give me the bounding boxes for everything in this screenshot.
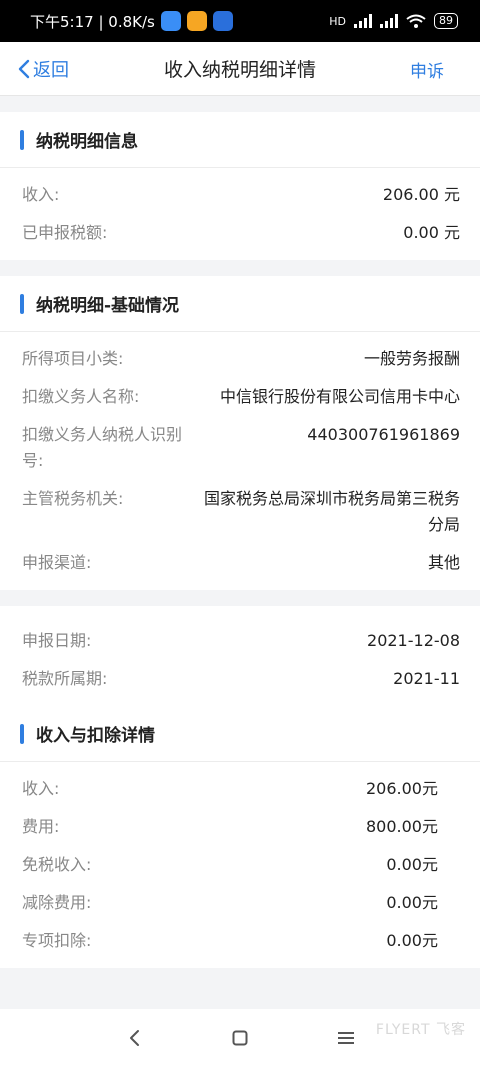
status-time-speed: 下午5:17 | 0.8K/s (30, 12, 155, 31)
row-value: 800.00元 (366, 817, 438, 836)
back-button[interactable]: 返回 (18, 42, 69, 96)
section-header: 收入与扣除详情 (0, 706, 480, 762)
nav-back-button[interactable] (124, 1028, 144, 1048)
row-value: 国家税务总局深圳市税务局第三税务分局 (203, 489, 460, 534)
row-label: 申报日期: (22, 631, 92, 650)
tax-detail-card: 纳税明细信息 收入: 206.00 元 已申报税额: 0.00 元 (0, 112, 480, 260)
row-value: 2021-11 (393, 669, 460, 688)
detail-row: 扣缴义务人纳税人识别号: 440300761961869 (0, 416, 480, 480)
content-scroll[interactable]: 纳税明细信息 收入: 206.00 元 已申报税额: 0.00 元 纳税明细-基… (0, 96, 480, 1009)
detail-row: 费用: 800.00元 (0, 808, 480, 846)
row-value: 中信银行股份有限公司信用卡中心 (219, 387, 460, 406)
detail-row: 收入: 206.00元 (0, 770, 480, 808)
nav-home-button[interactable] (230, 1028, 250, 1048)
row-label: 收入: (22, 185, 60, 204)
section-accent-bar (20, 293, 24, 314)
detail-row: 减除费用: 0.00元 (0, 884, 480, 922)
row-value: 其他 (427, 553, 460, 572)
appeal-button[interactable]: 申诉 (410, 42, 444, 96)
chevron-left-icon (18, 59, 30, 79)
row-label: 收入: (22, 779, 60, 798)
section-header: 纳税明细信息 (0, 112, 480, 168)
row-label: 所得项目小类: (22, 349, 124, 368)
nav-bar: 返回 收入纳税明细详情 申诉 (0, 42, 480, 96)
square-home-icon (232, 1030, 248, 1046)
row-label: 减除费用: (22, 893, 92, 912)
row-label: 专项扣除: (22, 931, 92, 950)
app-notification-icon (186, 11, 207, 31)
row-label: 税款所属期: (22, 669, 108, 688)
wifi-icon (406, 14, 426, 28)
detail-row: 专项扣除: 0.00元 (0, 922, 480, 960)
row-value: 0.00元 (386, 893, 438, 912)
date-info-card: 申报日期: 2021-12-08 税款所属期: 2021-11 收入与扣除详情 … (0, 606, 480, 968)
row-value: 206.00元 (366, 779, 438, 798)
row-value: 206.00 元 (382, 185, 460, 204)
page-title: 收入纳税明细详情 (163, 59, 316, 81)
detail-row: 主管税务机关: 国家税务总局深圳市税务局第三税务分局 (0, 480, 480, 544)
section-title: 收入与扣除详情 (36, 726, 155, 746)
app-notification-icon (212, 11, 233, 31)
battery-icon: 89 (434, 13, 458, 29)
section-header: 纳税明细-基础情况 (0, 276, 480, 332)
signal-icon (380, 14, 398, 28)
hamburger-menu-icon (338, 1032, 354, 1044)
detail-row: 税款所属期: 2021-11 (0, 660, 480, 698)
detail-row: 扣缴义务人名称: 中信银行股份有限公司信用卡中心 (0, 378, 480, 416)
section-title: 纳税明细-基础情况 (36, 296, 180, 316)
nav-menu-button[interactable] (336, 1028, 356, 1048)
hd-label: HD (329, 14, 346, 28)
system-nav-bar (0, 1009, 480, 1067)
watermark: FLYERT 飞客 (375, 1022, 466, 1038)
row-value: 2021-12-08 (367, 631, 460, 650)
row-label: 费用: (22, 817, 60, 836)
row-value: 0.00元 (386, 931, 438, 950)
detail-row: 申报日期: 2021-12-08 (0, 622, 480, 660)
detail-row: 已申报税额: 0.00 元 (0, 214, 480, 252)
row-value: 一般劳务报酬 (363, 349, 460, 368)
row-label: 扣缴义务人名称: (22, 387, 140, 406)
row-label: 免税收入: (22, 855, 92, 874)
basic-info-card: 纳税明细-基础情况 所得项目小类: 一般劳务报酬 扣缴义务人名称: 中信银行股份… (0, 276, 480, 590)
status-bar: 下午5:17 | 0.8K/s HD 89 (0, 0, 480, 42)
back-label: 返回 (33, 60, 69, 81)
row-value: 0.00元 (386, 855, 438, 874)
row-label: 申报渠道: (22, 553, 92, 572)
section-title: 纳税明细信息 (36, 132, 138, 152)
section-accent-bar (20, 129, 24, 150)
detail-row: 收入: 206.00 元 (0, 176, 480, 214)
section-accent-bar (20, 723, 24, 744)
signal-icon (354, 14, 372, 28)
detail-row: 免税收入: 0.00元 (0, 846, 480, 884)
detail-row: 所得项目小类: 一般劳务报酬 (0, 340, 480, 378)
row-label: 已申报税额: (22, 223, 108, 242)
row-label: 扣缴义务人纳税人识别号: (22, 425, 183, 470)
row-value: 0.00 元 (403, 223, 460, 242)
detail-row: 申报渠道: 其他 (0, 544, 480, 582)
triangle-back-icon (130, 1030, 139, 1046)
row-label: 主管税务机关: (22, 489, 124, 508)
app-notification-icon (160, 11, 181, 31)
row-value: 440300761961869 (307, 425, 460, 444)
